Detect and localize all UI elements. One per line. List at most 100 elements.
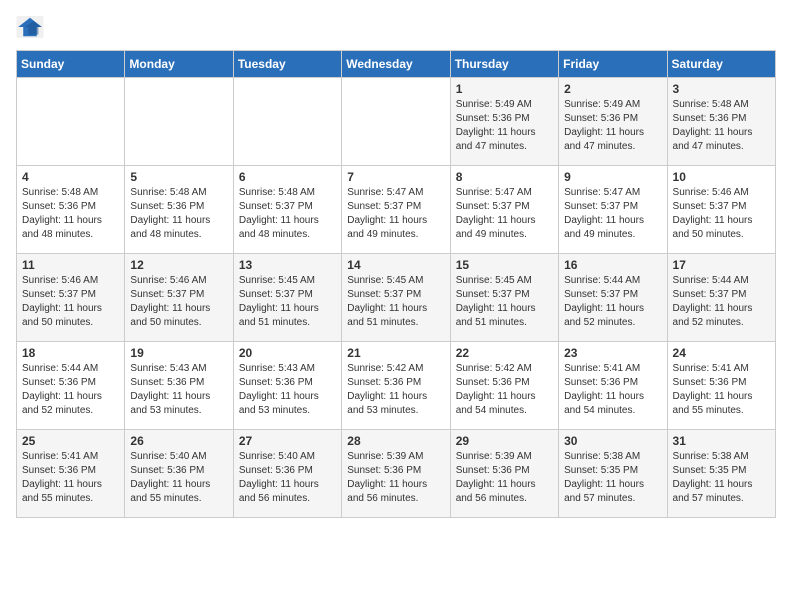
- calendar-cell: 12 Sunrise: 5:46 AM Sunset: 5:37 PM Dayli…: [125, 254, 233, 342]
- calendar-cell: 10 Sunrise: 5:46 AM Sunset: 5:37 PM Dayli…: [667, 166, 775, 254]
- day-info: Sunrise: 5:48 AM Sunset: 5:36 PM Dayligh…: [673, 98, 770, 154]
- calendar-cell: 5Sunrise: 5:48 AM Sunset: 5:36 PM Daylig…: [125, 166, 233, 254]
- day-number: 30: [564, 434, 661, 448]
- calendar-cell: 18Sunrise: 5:44 AM Sunset: 5:36 PM Dayli…: [17, 342, 125, 430]
- day-info: Sunrise: 5:46 AM Sunset: 5:37 PM Dayligh…: [673, 186, 770, 242]
- day-number: 7: [347, 170, 444, 184]
- day-info: Sunrise: 5:44 AM Sunset: 5:37 PM Dayligh…: [673, 274, 770, 330]
- day-number: 15: [456, 258, 553, 272]
- calendar-cell: 11 Sunrise: 5:46 AM Sunset: 5:37 PM Dayli…: [17, 254, 125, 342]
- day-number: 25: [22, 434, 119, 448]
- day-number: 16: [564, 258, 661, 272]
- day-info: Sunrise: 5:41 AM Sunset: 5:36 PM Dayligh…: [564, 362, 661, 418]
- calendar-week-row: 11 Sunrise: 5:46 AM Sunset: 5:37 PM Dayli…: [17, 254, 776, 342]
- day-number: 13: [239, 258, 336, 272]
- page-header: [16, 16, 776, 38]
- day-info: Sunrise: 5:43 AM Sunset: 5:36 PM Dayligh…: [130, 362, 227, 418]
- day-of-week-header: Tuesday: [233, 51, 341, 78]
- day-of-week-header: Wednesday: [342, 51, 450, 78]
- calendar-cell: 4 Sunrise: 5:48 AM Sunset: 5:36 PM Daylig…: [17, 166, 125, 254]
- calendar-cell: [125, 78, 233, 166]
- day-number: 8: [456, 170, 553, 184]
- day-number: 18: [22, 346, 119, 360]
- calendar-cell: [342, 78, 450, 166]
- calendar-cell: 19 Sunrise: 5:43 AM Sunset: 5:36 PM Dayli…: [125, 342, 233, 430]
- calendar-cell: 1Sunrise: 5:49 AM Sunset: 5:36 PM Daylig…: [450, 78, 558, 166]
- day-of-week-header: Monday: [125, 51, 233, 78]
- calendar-cell: 29 Sunrise: 5:39 AM Sunset: 5:36 PM Dayli…: [450, 430, 558, 518]
- calendar-week-row: 18Sunrise: 5:44 AM Sunset: 5:36 PM Dayli…: [17, 342, 776, 430]
- day-number: 6: [239, 170, 336, 184]
- day-info: Sunrise: 5:38 AM Sunset: 5:35 PM Dayligh…: [564, 450, 661, 506]
- day-number: 28: [347, 434, 444, 448]
- day-number: 31: [673, 434, 770, 448]
- day-number: 2: [564, 82, 661, 96]
- day-info: Sunrise: 5:45 AM Sunset: 5:37 PM Dayligh…: [347, 274, 444, 330]
- logo-icon: [16, 16, 44, 38]
- day-info: Sunrise: 5:43 AM Sunset: 5:36 PM Dayligh…: [239, 362, 336, 418]
- calendar-cell: 13Sunrise: 5:45 AM Sunset: 5:37 PM Dayli…: [233, 254, 341, 342]
- day-info: Sunrise: 5:47 AM Sunset: 5:37 PM Dayligh…: [564, 186, 661, 242]
- calendar-cell: [17, 78, 125, 166]
- day-of-week-header: Saturday: [667, 51, 775, 78]
- calendar-week-row: 4 Sunrise: 5:48 AM Sunset: 5:36 PM Daylig…: [17, 166, 776, 254]
- day-info: Sunrise: 5:47 AM Sunset: 5:37 PM Dayligh…: [456, 186, 553, 242]
- day-number: 20: [239, 346, 336, 360]
- day-number: 21: [347, 346, 444, 360]
- calendar-cell: 14 Sunrise: 5:45 AM Sunset: 5:37 PM Dayli…: [342, 254, 450, 342]
- day-number: 26: [130, 434, 227, 448]
- calendar-week-row: 25 Sunrise: 5:41 AM Sunset: 5:36 PM Dayli…: [17, 430, 776, 518]
- day-info: Sunrise: 5:46 AM Sunset: 5:37 PM Dayligh…: [22, 274, 119, 330]
- calendar-cell: 16Sunrise: 5:44 AM Sunset: 5:37 PM Dayli…: [559, 254, 667, 342]
- day-of-week-header: Thursday: [450, 51, 558, 78]
- day-number: 9: [564, 170, 661, 184]
- calendar-cell: 28Sunrise: 5:39 AM Sunset: 5:36 PM Dayli…: [342, 430, 450, 518]
- calendar-cell: 2 Sunrise: 5:49 AM Sunset: 5:36 PM Daylig…: [559, 78, 667, 166]
- calendar-week-row: 1Sunrise: 5:49 AM Sunset: 5:36 PM Daylig…: [17, 78, 776, 166]
- day-info: Sunrise: 5:45 AM Sunset: 5:37 PM Dayligh…: [456, 274, 553, 330]
- logo: [16, 16, 48, 38]
- calendar-cell: 20 Sunrise: 5:43 AM Sunset: 5:36 PM Dayli…: [233, 342, 341, 430]
- day-number: 14: [347, 258, 444, 272]
- day-number: 10: [673, 170, 770, 184]
- calendar-cell: 27Sunrise: 5:40 AM Sunset: 5:36 PM Dayli…: [233, 430, 341, 518]
- day-number: 29: [456, 434, 553, 448]
- day-number: 12: [130, 258, 227, 272]
- day-info: Sunrise: 5:48 AM Sunset: 5:36 PM Dayligh…: [22, 186, 119, 242]
- calendar-cell: 7 Sunrise: 5:47 AM Sunset: 5:37 PM Daylig…: [342, 166, 450, 254]
- calendar-cell: 25 Sunrise: 5:41 AM Sunset: 5:36 PM Dayli…: [17, 430, 125, 518]
- day-info: Sunrise: 5:47 AM Sunset: 5:37 PM Dayligh…: [347, 186, 444, 242]
- day-info: Sunrise: 5:40 AM Sunset: 5:36 PM Dayligh…: [130, 450, 227, 506]
- day-number: 27: [239, 434, 336, 448]
- day-info: Sunrise: 5:38 AM Sunset: 5:35 PM Dayligh…: [673, 450, 770, 506]
- day-of-week-header: Friday: [559, 51, 667, 78]
- calendar-table: SundayMondayTuesdayWednesdayThursdayFrid…: [16, 50, 776, 518]
- calendar-cell: 23 Sunrise: 5:41 AM Sunset: 5:36 PM Dayli…: [559, 342, 667, 430]
- day-info: Sunrise: 5:42 AM Sunset: 5:36 PM Dayligh…: [456, 362, 553, 418]
- calendar-cell: 22 Sunrise: 5:42 AM Sunset: 5:36 PM Dayli…: [450, 342, 558, 430]
- calendar-cell: 21 Sunrise: 5:42 AM Sunset: 5:36 PM Dayli…: [342, 342, 450, 430]
- day-info: Sunrise: 5:39 AM Sunset: 5:36 PM Dayligh…: [456, 450, 553, 506]
- day-info: Sunrise: 5:46 AM Sunset: 5:37 PM Dayligh…: [130, 274, 227, 330]
- day-info: Sunrise: 5:41 AM Sunset: 5:36 PM Dayligh…: [673, 362, 770, 418]
- day-number: 11: [22, 258, 119, 272]
- day-number: 3: [673, 82, 770, 96]
- calendar-cell: 17Sunrise: 5:44 AM Sunset: 5:37 PM Dayli…: [667, 254, 775, 342]
- day-number: 19: [130, 346, 227, 360]
- calendar-cell: 6 Sunrise: 5:48 AM Sunset: 5:37 PM Daylig…: [233, 166, 341, 254]
- calendar-cell: 3 Sunrise: 5:48 AM Sunset: 5:36 PM Daylig…: [667, 78, 775, 166]
- day-info: Sunrise: 5:49 AM Sunset: 5:36 PM Dayligh…: [456, 98, 553, 154]
- day-number: 24: [673, 346, 770, 360]
- day-info: Sunrise: 5:41 AM Sunset: 5:36 PM Dayligh…: [22, 450, 119, 506]
- day-number: 5: [130, 170, 227, 184]
- day-number: 22: [456, 346, 553, 360]
- day-number: 23: [564, 346, 661, 360]
- day-info: Sunrise: 5:49 AM Sunset: 5:36 PM Dayligh…: [564, 98, 661, 154]
- calendar-cell: 24 Sunrise: 5:41 AM Sunset: 5:36 PM Dayli…: [667, 342, 775, 430]
- calendar-cell: 26 Sunrise: 5:40 AM Sunset: 5:36 PM Dayli…: [125, 430, 233, 518]
- day-info: Sunrise: 5:48 AM Sunset: 5:37 PM Dayligh…: [239, 186, 336, 242]
- calendar-header-row: SundayMondayTuesdayWednesdayThursdayFrid…: [17, 51, 776, 78]
- day-info: Sunrise: 5:42 AM Sunset: 5:36 PM Dayligh…: [347, 362, 444, 418]
- day-number: 4: [22, 170, 119, 184]
- calendar-cell: 30 Sunrise: 5:38 AM Sunset: 5:35 PM Dayli…: [559, 430, 667, 518]
